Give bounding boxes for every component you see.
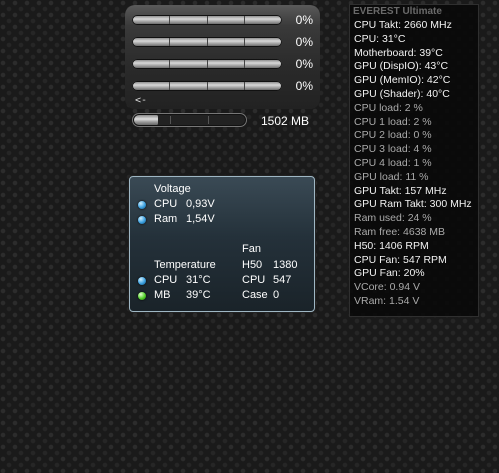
everest-row: H50: 1406 RPM xyxy=(354,239,429,252)
everest-row: CPU Fan: 547 RPM xyxy=(354,253,447,266)
sensor-gadget[interactable]: Voltage CPU 0,93V Ram 1,54V Temperature … xyxy=(129,176,315,312)
core-meter-4: 0% xyxy=(130,78,315,96)
temperature-cpu-label: CPU xyxy=(154,274,178,286)
everest-row: CPU 3 load: 4 % xyxy=(354,143,432,156)
voltage-cpu-value: 0,93V xyxy=(186,198,215,210)
voltage-ram-label: Ram xyxy=(154,213,178,225)
fan-h50-label: H50 xyxy=(242,259,263,271)
voltage-heading: Voltage xyxy=(154,183,191,195)
everest-row: CPU 1 load: 2 % xyxy=(354,115,432,128)
everest-row: GPU Ram Takt: 300 MHz xyxy=(354,198,472,211)
core-load-percent: 0% xyxy=(295,79,313,93)
everest-row: CPU 2 load: 0 % xyxy=(354,129,432,142)
fan-cpu-value: 547 xyxy=(273,274,292,286)
core-load-percent: 0% xyxy=(295,57,313,71)
cpu-meter-gadget[interactable]: 0% 0% 0% 0% <- 1502 MB xyxy=(125,5,320,135)
everest-sensor-panel[interactable]: EVEREST Ultimate CPU Takt: 2660 MHz CPU: … xyxy=(349,4,479,317)
status-led-icon xyxy=(138,201,146,209)
core-load-percent: 0% xyxy=(295,35,313,49)
temperature-mb-label: MB xyxy=(154,289,171,301)
everest-row: CPU 4 load: 1 % xyxy=(354,157,432,169)
status-led-icon xyxy=(138,277,146,285)
temperature-heading: Temperature xyxy=(154,259,216,271)
everest-row: GPU Takt: 157 MHz xyxy=(354,184,447,197)
temperature-cpu-value: 31°C xyxy=(186,274,211,286)
temperature-mb-value: 39°C xyxy=(186,289,211,301)
status-led-icon xyxy=(138,216,146,224)
everest-row: GPU (Shader): 40°C xyxy=(354,88,450,100)
fan-case-label: Case xyxy=(242,289,268,301)
everest-row: CPU load: 2 % xyxy=(354,101,423,114)
everest-row: GPU (MemIO): 42°C xyxy=(354,74,451,87)
everest-row: VCore: 0.94 V xyxy=(354,281,420,294)
everest-row: Ram used: 24 % xyxy=(354,212,432,225)
memory-usage-fill xyxy=(134,115,158,125)
core-load-bar xyxy=(132,81,282,91)
core-load-bar xyxy=(132,37,282,47)
voltage-cpu-label: CPU xyxy=(154,198,178,210)
everest-row: CPU Takt: 2660 MHz xyxy=(354,19,452,31)
everest-row: GPU load: 11 % xyxy=(354,170,429,183)
core-load-bar xyxy=(132,15,282,25)
fan-case-value: 0 xyxy=(273,289,280,301)
core-load-bar xyxy=(132,59,282,69)
fan-h50-value: 1380 xyxy=(273,259,298,271)
core-load-percent: 0% xyxy=(295,13,313,27)
core-meter-2: 0% xyxy=(130,34,315,52)
everest-row: GPU (DispIO): 43°C xyxy=(354,60,449,73)
everest-title: EVEREST Ultimate xyxy=(353,6,442,17)
arrow-back-label[interactable]: <- xyxy=(135,95,147,106)
core-meter-3: 0% xyxy=(130,56,315,74)
core-meter-1: 0% xyxy=(130,12,315,30)
fan-cpu-label: CPU xyxy=(242,274,266,286)
everest-row: Motherboard: 39°C xyxy=(354,46,443,59)
status-led-icon xyxy=(138,292,146,300)
everest-row: GPU Fan: 20% xyxy=(354,267,425,280)
everest-row: Ram free: 4638 MB xyxy=(354,226,446,238)
memory-usage-label: 1502 MB xyxy=(261,114,310,128)
voltage-ram-value: 1,54V xyxy=(186,213,215,225)
everest-row: CPU: 31°C xyxy=(354,32,406,45)
memory-usage-bar xyxy=(132,113,247,127)
everest-row: VRam: 1.54 V xyxy=(354,295,420,307)
fan-heading: Fan xyxy=(242,243,261,255)
